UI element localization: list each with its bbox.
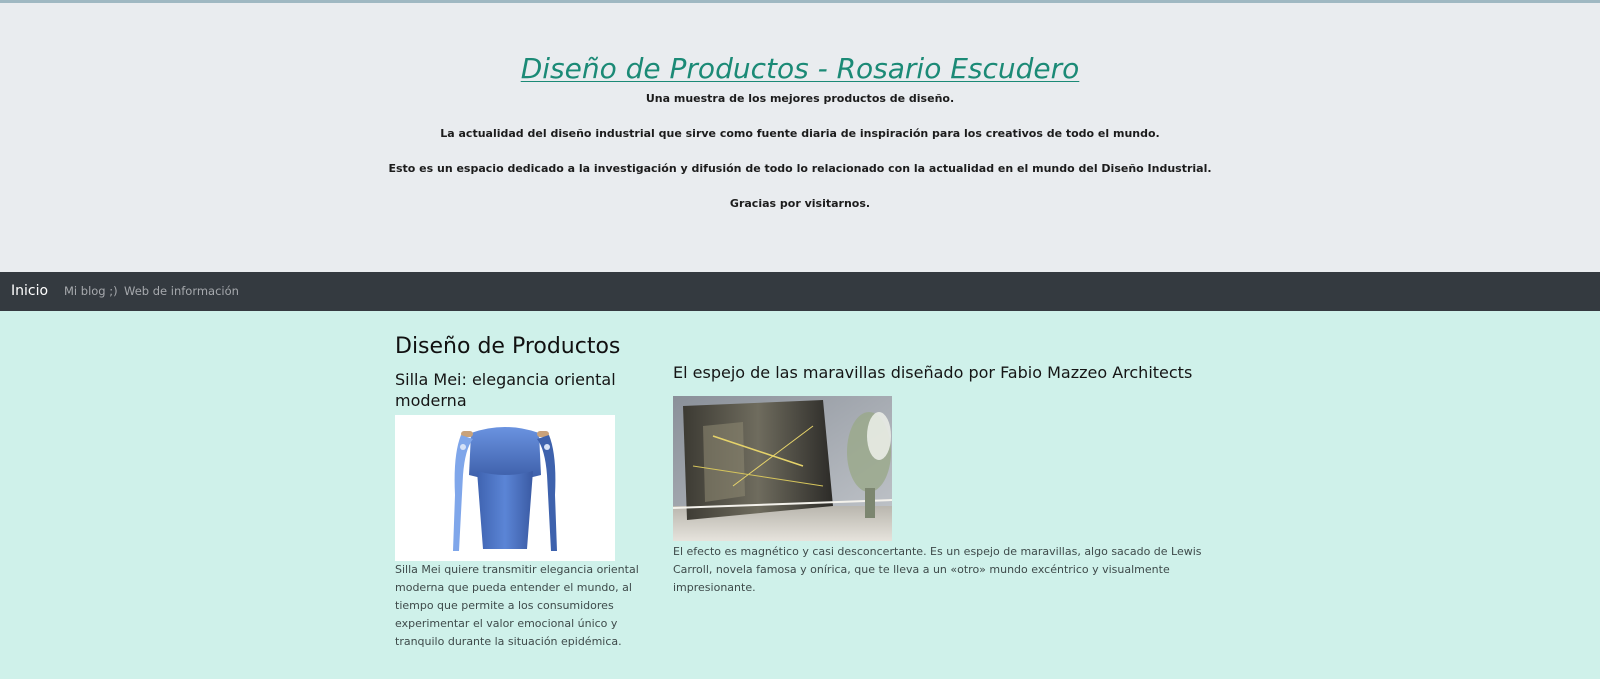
post-title[interactable]: El espejo de las maravillas diseñado por… — [673, 362, 1233, 383]
tagline-1: Una muestra de los mejores productos de … — [645, 92, 955, 105]
tagline-3: Esto es un espacio dedicado a la investi… — [388, 162, 1212, 175]
main-content: Diseño de Productos Silla Mei: elegancia… — [0, 311, 1600, 679]
post-title[interactable]: Silla Mei: elegancia oriental moderna — [395, 369, 635, 411]
page-heading: Diseño de Productos — [395, 334, 621, 359]
post-excerpt: El efecto es magnético y casi desconcert… — [673, 545, 1202, 594]
site-header: Diseño de Productos - Rosario Escudero U… — [0, 3, 1600, 272]
post-excerpt: Silla Mei quiere transmitir elegancia or… — [395, 563, 639, 648]
navbar: Inicio Mi blog ;) Web de información — [0, 272, 1600, 311]
chair-illustration — [453, 427, 557, 551]
site-title-link[interactable]: Diseño de Productos - Rosario Escudero — [0, 49, 1600, 89]
post-image-chair[interactable] — [395, 415, 615, 561]
nav-brand-inicio[interactable]: Inicio — [11, 282, 48, 300]
nav-link-web-informacion[interactable]: Web de información — [124, 284, 239, 298]
post-image-mirror[interactable] — [673, 396, 892, 541]
mirror-illustration — [673, 396, 892, 541]
nav-link-mi-blog[interactable]: Mi blog ;) — [64, 284, 118, 298]
tagline-2: La actualidad del diseño industrial que … — [440, 127, 1160, 140]
tagline-4: Gracias por visitarnos. — [729, 197, 871, 210]
